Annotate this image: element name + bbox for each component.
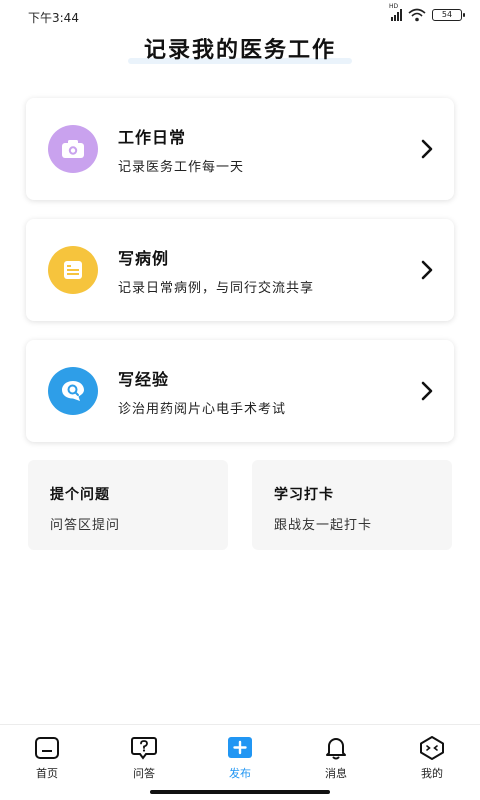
- tile-ask-question[interactable]: 提个问题 问答区提问: [28, 460, 228, 550]
- battery-icon: 54: [432, 9, 465, 21]
- tile-title: 学习打卡: [274, 487, 334, 503]
- nav-messages[interactable]: 消息: [306, 735, 366, 785]
- tile-title: 提个问题: [50, 487, 110, 503]
- status-time: 下午3:44: [28, 11, 79, 25]
- bell-icon: [326, 738, 346, 760]
- card-work-daily[interactable]: 工作日常 记录医务工作每一天: [26, 98, 454, 200]
- signal-icon: HD: [389, 3, 402, 21]
- profile-face-icon: [420, 736, 444, 760]
- chevron-right-icon: [421, 260, 433, 280]
- home-icon: [35, 737, 59, 759]
- nav-publish[interactable]: 发布: [210, 735, 270, 785]
- plus-icon: [228, 737, 252, 758]
- card-title: 写经验: [118, 370, 170, 389]
- nav-label: 问答: [133, 767, 155, 780]
- home-indicator[interactable]: [150, 790, 330, 794]
- bottom-nav: 首页 问答 发布 消息 我的: [0, 724, 480, 800]
- camera-icon: [48, 125, 98, 173]
- nav-label: 首页: [36, 767, 58, 780]
- card-title: 工作日常: [118, 128, 187, 147]
- wifi-icon: [408, 8, 426, 22]
- card-description: 记录日常病例，与同行交流共享: [118, 281, 315, 296]
- nav-qa[interactable]: 问答: [114, 735, 174, 785]
- chevron-right-icon: [421, 381, 433, 401]
- tile-description: 问答区提问: [50, 518, 121, 533]
- network-type-label: HD: [389, 3, 399, 10]
- document-icon: [48, 246, 98, 294]
- card-write-case[interactable]: 写病例 记录日常病例，与同行交流共享: [26, 219, 454, 321]
- status-bar: 下午3:44 HD 54: [0, 0, 480, 32]
- nav-profile[interactable]: 我的: [402, 735, 462, 785]
- status-icons: HD 54: [389, 3, 465, 22]
- question-bubble-icon: [131, 737, 157, 760]
- page-title: 记录我的医务工作: [143, 38, 336, 63]
- nav-label: 我的: [421, 767, 443, 780]
- card-write-experience[interactable]: 写经验 诊治用药阅片心电手术考试: [26, 340, 454, 442]
- card-title: 写病例: [118, 249, 170, 268]
- card-description: 诊治用药阅片心电手术考试: [118, 402, 287, 417]
- chevron-right-icon: [421, 139, 433, 159]
- nav-label: 发布: [229, 767, 251, 780]
- tile-description: 跟战友一起打卡: [274, 518, 373, 533]
- nav-label: 消息: [325, 767, 347, 780]
- nav-home[interactable]: 首页: [17, 735, 77, 785]
- tile-study-checkin[interactable]: 学习打卡 跟战友一起打卡: [252, 460, 452, 550]
- card-description: 记录医务工作每一天: [118, 160, 245, 175]
- chat-search-icon: [48, 367, 98, 415]
